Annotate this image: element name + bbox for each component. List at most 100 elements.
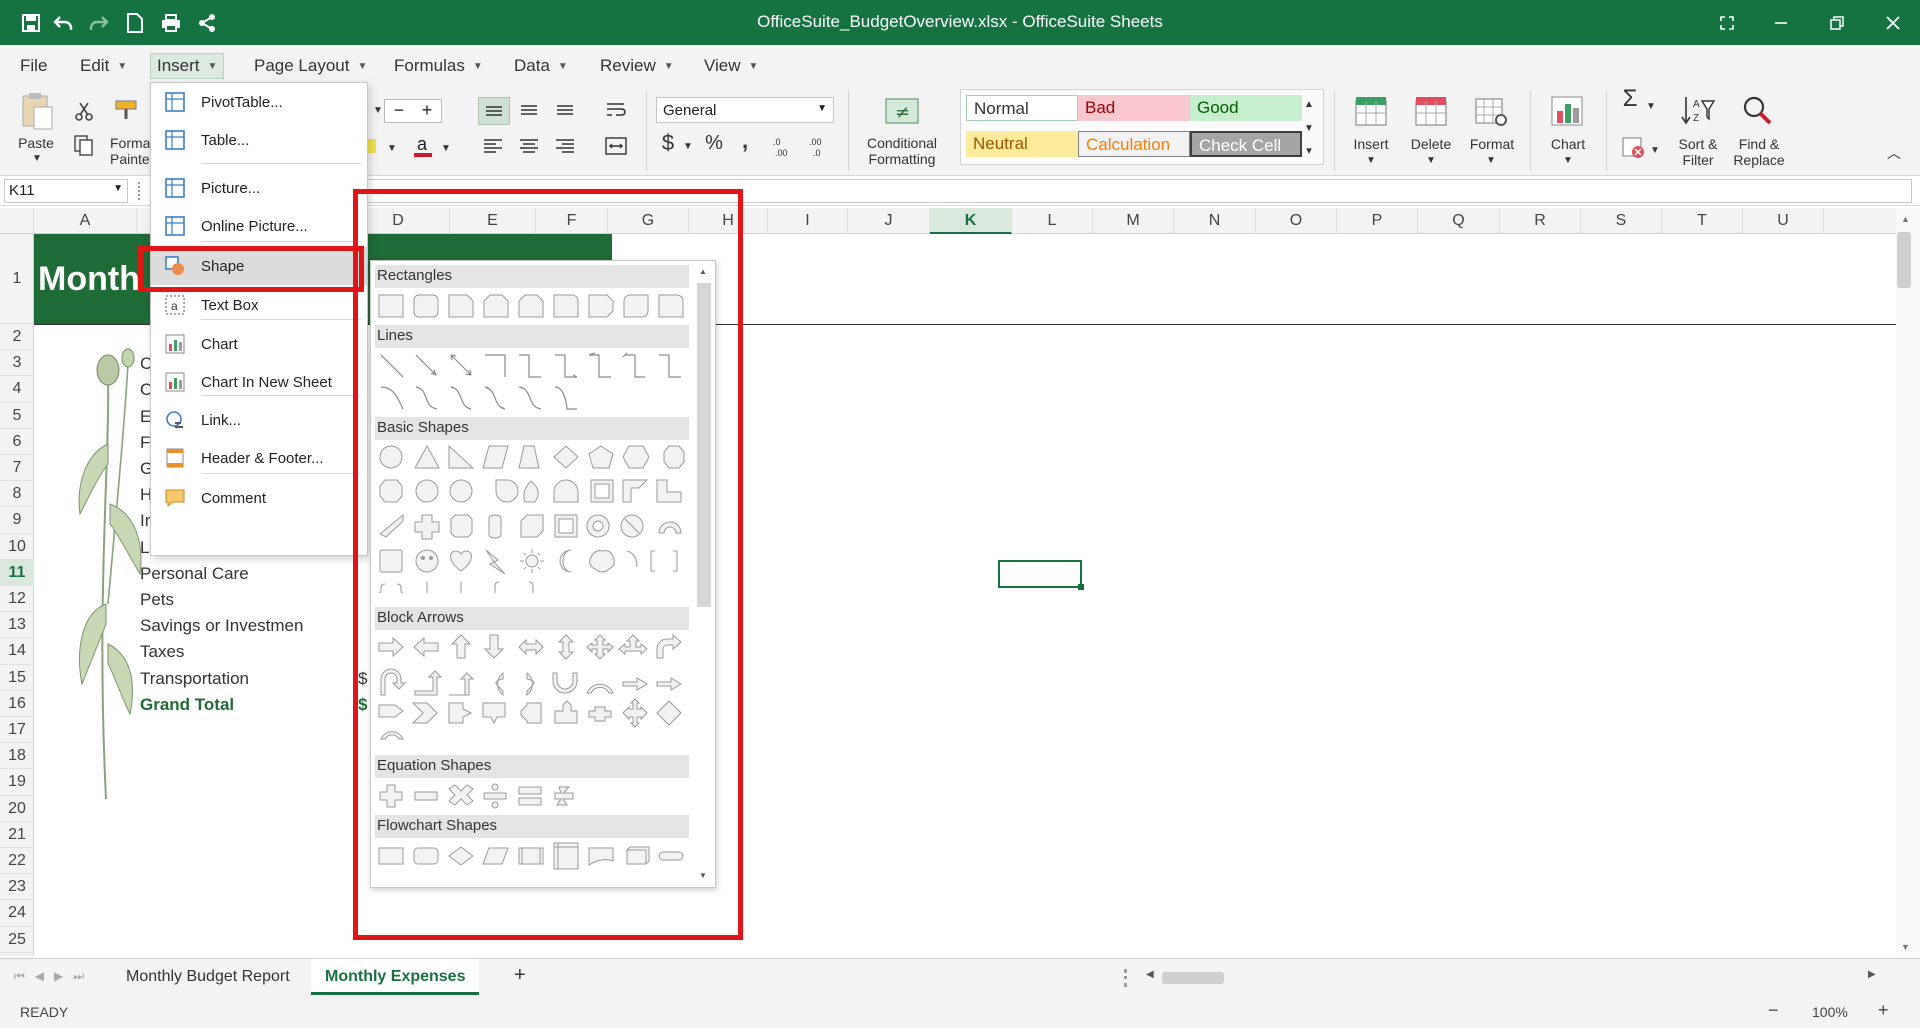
row-header-22[interactable]: 22 <box>0 848 34 875</box>
column-header-n[interactable]: N <box>1174 208 1256 234</box>
percent-format-button[interactable]: % <box>702 133 726 153</box>
menu-review[interactable]: Review ▼ <box>594 53 680 79</box>
tab-splitter[interactable] <box>1124 969 1128 987</box>
style-good[interactable]: Good <box>1190 95 1302 121</box>
insert-menu-item-header-footer[interactable]: Header & Footer... <box>151 439 367 477</box>
column-header-a[interactable]: A <box>34 208 137 234</box>
style-check-cell[interactable]: Check Cell <box>1190 131 1302 157</box>
category-cell[interactable]: Pets <box>140 590 174 610</box>
chart-icon[interactable] <box>1550 95 1584 132</box>
restore-icon[interactable] <box>1824 10 1850 36</box>
sort-filter-icon[interactable]: AZ <box>1680 95 1716 132</box>
add-sheet-button[interactable]: + <box>500 959 540 995</box>
menu-file[interactable]: File <box>14 53 53 79</box>
column-header-m[interactable]: M <box>1093 208 1174 234</box>
row-header-18[interactable]: 18 <box>0 743 34 770</box>
number-format-select[interactable]: General ▼ <box>656 97 834 123</box>
row-header-4[interactable]: 4 <box>0 376 34 403</box>
category-cell[interactable]: Personal Care <box>140 564 249 584</box>
scroll-right-icon[interactable]: ▶ <box>1868 969 1876 980</box>
zoom-in-button[interactable]: + <box>1878 1000 1889 1021</box>
find-replace-icon[interactable] <box>1740 95 1776 132</box>
row-header-17[interactable]: 17 <box>0 717 34 744</box>
select-all-corner[interactable] <box>0 208 34 234</box>
increase-decimal-icon[interactable]: .0.00 <box>772 135 796 164</box>
row-header-5[interactable]: 5 <box>0 403 34 429</box>
insert-menu-item-online-picture[interactable]: Online Picture... <box>151 207 367 245</box>
menu-view[interactable]: View ▼ <box>698 53 764 79</box>
name-box[interactable]: K11 ▼ <box>4 179 128 203</box>
merge-cells-icon[interactable] <box>602 133 630 164</box>
column-header-k[interactable]: K <box>930 208 1012 234</box>
copy-icon[interactable] <box>74 135 94 162</box>
zoom-level[interactable]: 100% <box>1812 1004 1848 1020</box>
category-cell[interactable]: Transportation <box>140 669 249 689</box>
increase-font-icon[interactable]: + <box>413 100 441 122</box>
insert-menu-item-link[interactable]: Link... <box>151 401 367 439</box>
row-header-9[interactable]: 9 <box>0 507 34 534</box>
column-header-j[interactable]: J <box>848 208 930 234</box>
align-bottom-icon[interactable] <box>550 97 580 128</box>
align-middle-icon[interactable] <box>514 97 544 128</box>
gallery-up-icon[interactable]: ▲ <box>1302 97 1316 113</box>
row-header-2[interactable]: 2 <box>0 324 34 351</box>
decrease-font-icon[interactable]: − <box>385 100 413 122</box>
zoom-out-button[interactable]: − <box>1768 1000 1779 1021</box>
vertical-scrollbar[interactable]: ▲ ▼ <box>1896 208 1920 958</box>
comma-style-button[interactable]: , <box>738 130 752 152</box>
row-header-1[interactable]: 1 <box>0 234 34 324</box>
column-header-o[interactable]: O <box>1256 208 1337 234</box>
sheet-nav-icons[interactable]: ⏮◀▶⏭ <box>14 969 94 984</box>
row-header-20[interactable]: 20 <box>0 796 34 822</box>
sheet-tab-monthly-expenses[interactable]: Monthly Expenses <box>311 959 480 995</box>
vertical-scroll-thumb[interactable] <box>1897 232 1911 288</box>
row-header-21[interactable]: 21 <box>0 822 34 848</box>
delete-cells-icon[interactable] <box>1414 95 1448 132</box>
row-header-3[interactable]: 3 <box>0 350 34 377</box>
insert-menu-item-table[interactable]: Table... <box>151 121 367 159</box>
menu-page-layout[interactable]: Page Layout ▼ <box>248 53 373 79</box>
conditional-formatting-icon[interactable]: ≠ <box>884 97 920 130</box>
fullscreen-icon[interactable] <box>1714 10 1740 36</box>
row-header-11[interactable]: 11 <box>0 559 34 586</box>
sheet-tab-monthly-budget-report[interactable]: Monthly Budget Report <box>112 959 304 995</box>
column-header-r[interactable]: R <box>1500 208 1581 234</box>
column-header-p[interactable]: P <box>1337 208 1418 234</box>
style-calculation[interactable]: Calculation <box>1078 131 1190 157</box>
format-painter-icon[interactable] <box>114 97 144 128</box>
horizontal-scroll-thumb[interactable] <box>1162 972 1224 984</box>
row-header-12[interactable]: 12 <box>0 586 34 613</box>
row-header-16[interactable]: 16 <box>0 691 34 717</box>
gallery-down-icon[interactable]: ▼ <box>1302 121 1316 137</box>
collapse-ribbon-icon[interactable]: ︿ <box>1886 145 1902 161</box>
minimize-icon[interactable] <box>1768 10 1794 36</box>
font-size-stepper[interactable]: − + <box>384 99 442 123</box>
row-header-10[interactable]: 10 <box>0 534 34 560</box>
menu-data[interactable]: Data ▼ <box>508 53 574 79</box>
menu-formulas[interactable]: Formulas ▼ <box>388 53 489 79</box>
column-header-l[interactable]: L <box>1012 208 1093 234</box>
close-icon[interactable] <box>1880 10 1906 36</box>
column-header-s[interactable]: S <box>1581 208 1662 234</box>
scroll-left-icon[interactable]: ◀ <box>1146 969 1154 980</box>
insert-menu-item-picture[interactable]: Picture... <box>151 169 367 207</box>
category-cell-partial[interactable]: L <box>140 538 149 558</box>
paste-icon[interactable] <box>20 91 54 136</box>
column-header-t[interactable]: T <box>1662 208 1743 234</box>
grand-total-cell[interactable]: Grand Total <box>140 695 234 715</box>
row-header-7[interactable]: 7 <box>0 455 34 482</box>
row-header-19[interactable]: 19 <box>0 769 34 796</box>
menu-edit[interactable]: Edit ▼ <box>74 53 133 79</box>
clear-icon[interactable] <box>1622 137 1646 164</box>
scroll-up-icon[interactable]: ▲ <box>1901 214 1910 224</box>
category-cell[interactable]: Taxes <box>140 642 184 662</box>
autosum-icon[interactable]: Σ <box>1618 87 1642 111</box>
align-top-icon[interactable] <box>478 97 510 125</box>
align-right-icon[interactable] <box>550 133 580 164</box>
style-neutral[interactable]: Neutral <box>966 131 1078 157</box>
insert-menu-item-chart[interactable]: Chart <box>151 325 367 363</box>
cut-icon[interactable] <box>74 101 94 126</box>
category-cell[interactable]: Savings or Investmen <box>140 616 303 636</box>
row-header-14[interactable]: 14 <box>0 638 34 665</box>
row-header-6[interactable]: 6 <box>0 429 34 455</box>
